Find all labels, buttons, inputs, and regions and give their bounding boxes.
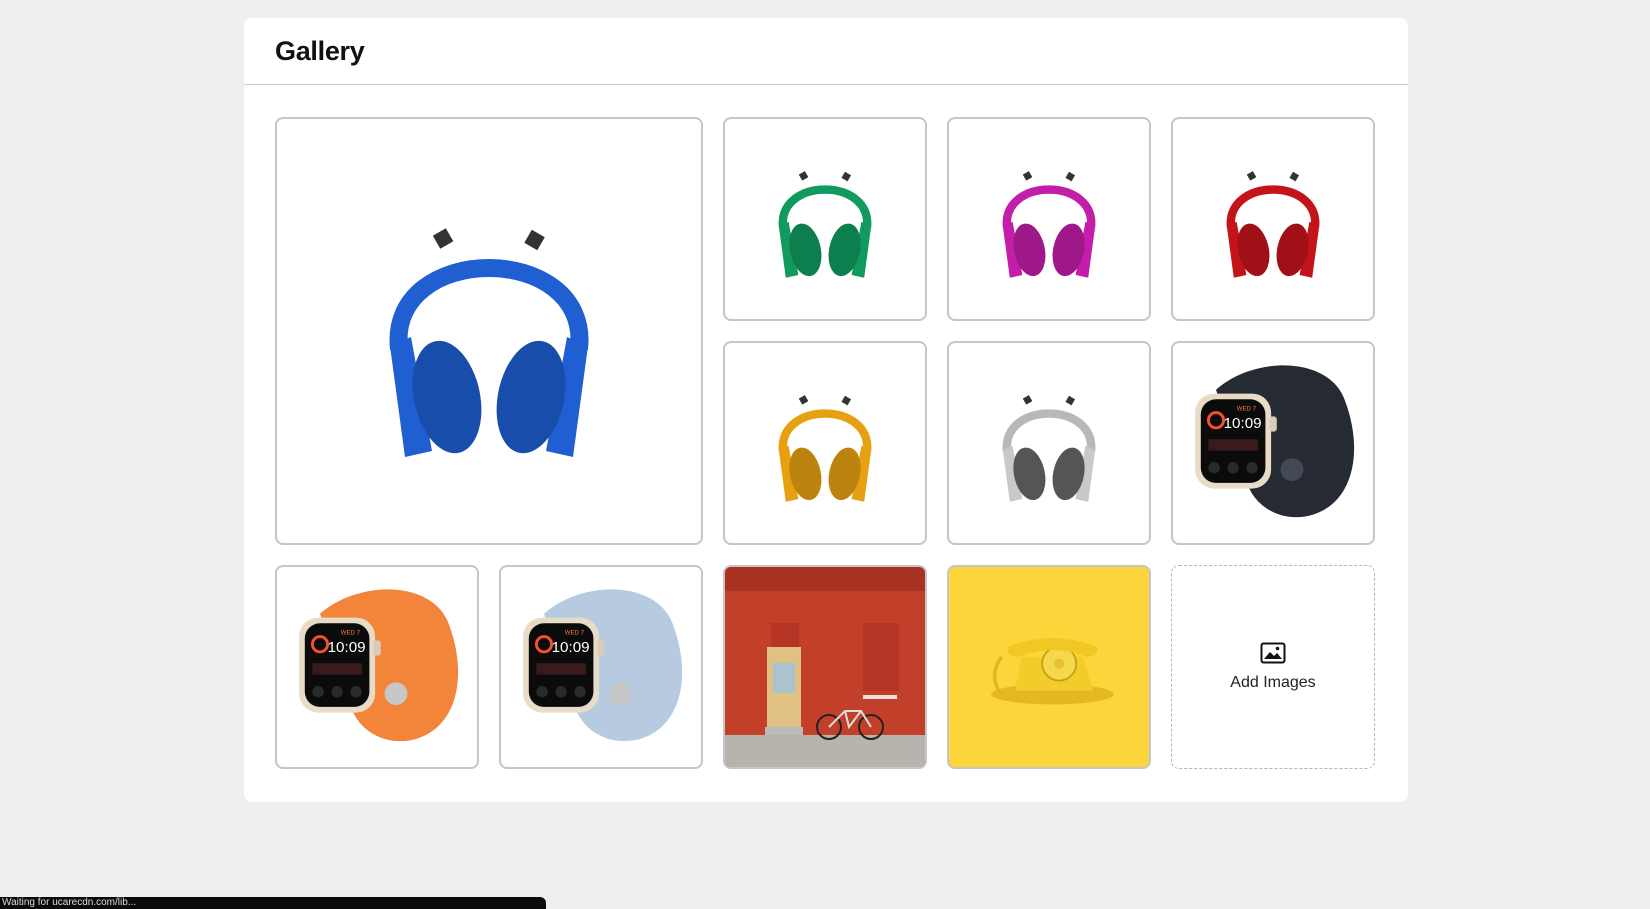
gallery-item[interactable] [723, 117, 927, 321]
headphones-image [778, 171, 872, 278]
add-images-button[interactable]: Add Images [1171, 565, 1375, 769]
headphones-image [1002, 395, 1096, 502]
watch-image: WED 7 10:09 [299, 589, 459, 742]
watch-day: WED 7 [565, 630, 585, 637]
headphones-image [389, 228, 589, 457]
gallery-item[interactable] [947, 565, 1151, 769]
page-title: Gallery [275, 35, 365, 66]
gallery-item[interactable]: WED 7 10:09 [1171, 341, 1375, 545]
gallery-item-featured[interactable] [275, 117, 703, 545]
gallery-item[interactable]: WED 7 10:09 [275, 565, 479, 769]
headphones-image [778, 395, 872, 502]
gallery-item[interactable] [947, 117, 1151, 321]
headphones-image [1226, 171, 1320, 278]
gallery-item[interactable] [723, 565, 927, 769]
brick-wall-photo [725, 567, 925, 767]
image-grid: WED 7 10:09 WED 7 10:09 WED 7 10:09 Add … [275, 117, 1377, 770]
add-images-label: Add Images [1230, 674, 1316, 691]
watch-time: 10:09 [1224, 415, 1262, 432]
headphones-image [1002, 171, 1096, 278]
watch-time: 10:09 [552, 639, 590, 656]
gallery-item[interactable] [723, 341, 927, 545]
gallery-item[interactable]: WED 7 10:09 [499, 565, 703, 769]
image-icon [1260, 642, 1286, 664]
watch-image: WED 7 10:09 [1195, 365, 1355, 518]
watch-day: WED 7 [341, 630, 361, 637]
status-text: Waiting for ucarecdn.com/lib... [2, 897, 137, 908]
gallery-card: Gallery WED 7 10:09 WED 7 10:09 WED 7 10… [244, 18, 1408, 802]
gallery-item[interactable] [1171, 117, 1375, 321]
watch-day: WED 7 [1237, 406, 1257, 413]
watch-time: 10:09 [328, 639, 366, 656]
telephone-photo [991, 638, 1114, 705]
gallery-item[interactable] [947, 341, 1151, 545]
watch-image: WED 7 10:09 [523, 589, 683, 742]
browser-status-bar: Waiting for ucarecdn.com/lib... [0, 897, 546, 909]
card-header: Gallery [244, 18, 1408, 85]
